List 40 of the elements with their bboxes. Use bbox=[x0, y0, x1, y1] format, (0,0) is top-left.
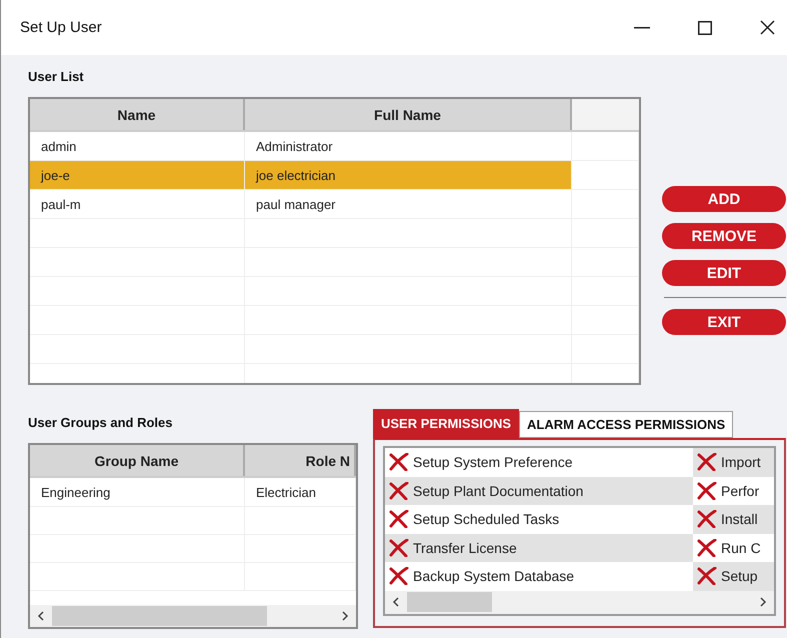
permission-label: Setup Plant Documentation bbox=[413, 482, 584, 499]
permission-label: Backup System Database bbox=[413, 568, 574, 584]
table-cell[interactable]: joe-e bbox=[30, 161, 245, 189]
table-cell[interactable]: Administrator bbox=[245, 132, 572, 160]
permission-label: Perfor bbox=[721, 482, 760, 499]
table-cell[interactable]: paul-m bbox=[30, 190, 245, 218]
exit-button[interactable]: EXIT bbox=[662, 309, 786, 335]
permission-label: Setup Scheduled Tasks bbox=[413, 511, 560, 528]
permission-label: Setup System Preference bbox=[413, 454, 573, 470]
column-header[interactable]: Group Name bbox=[30, 445, 245, 476]
horizontal-scrollbar[interactable] bbox=[385, 590, 774, 614]
permissions-tab[interactable]: USER PERMISSIONS bbox=[373, 409, 520, 438]
scroll-right-icon[interactable] bbox=[341, 611, 349, 621]
maximize-icon[interactable] bbox=[698, 20, 712, 34]
column-header[interactable]: Role N bbox=[245, 445, 356, 476]
minimize-icon[interactable] bbox=[634, 26, 650, 28]
scroll-left-icon[interactable] bbox=[392, 597, 400, 607]
horizontal-scrollbar[interactable] bbox=[30, 605, 356, 627]
column-header[interactable]: Name bbox=[30, 99, 245, 130]
permission-label: Install bbox=[721, 511, 758, 528]
permission-label: Transfer License bbox=[413, 540, 517, 556]
scroll-left-icon[interactable] bbox=[37, 611, 45, 621]
table-cell: Electrician bbox=[245, 478, 356, 506]
scroll-right-icon[interactable] bbox=[759, 597, 767, 607]
table-cell: Engineering bbox=[30, 478, 245, 506]
action-button[interactable]: REMOVE bbox=[662, 223, 786, 249]
column-header[interactable]: Full Name bbox=[245, 99, 572, 130]
table-cell[interactable]: admin bbox=[30, 132, 245, 160]
permission-label: Import bbox=[721, 454, 761, 470]
close-icon[interactable] bbox=[760, 20, 775, 35]
action-button[interactable]: EDIT bbox=[662, 260, 786, 286]
permission-label: Setup bbox=[721, 568, 758, 584]
permissions-tab[interactable]: ALARM ACCESS PERMISSIONS bbox=[519, 411, 734, 438]
table-cell[interactable]: joe electrician bbox=[245, 161, 572, 189]
permission-label: Run C bbox=[721, 540, 761, 556]
action-button[interactable]: ADD bbox=[662, 186, 786, 212]
table-cell[interactable]: paul manager bbox=[245, 190, 572, 218]
section-title: User List bbox=[28, 68, 85, 86]
section-title: User Groups and Roles bbox=[28, 414, 174, 432]
window-title: Set Up User bbox=[20, 19, 102, 36]
